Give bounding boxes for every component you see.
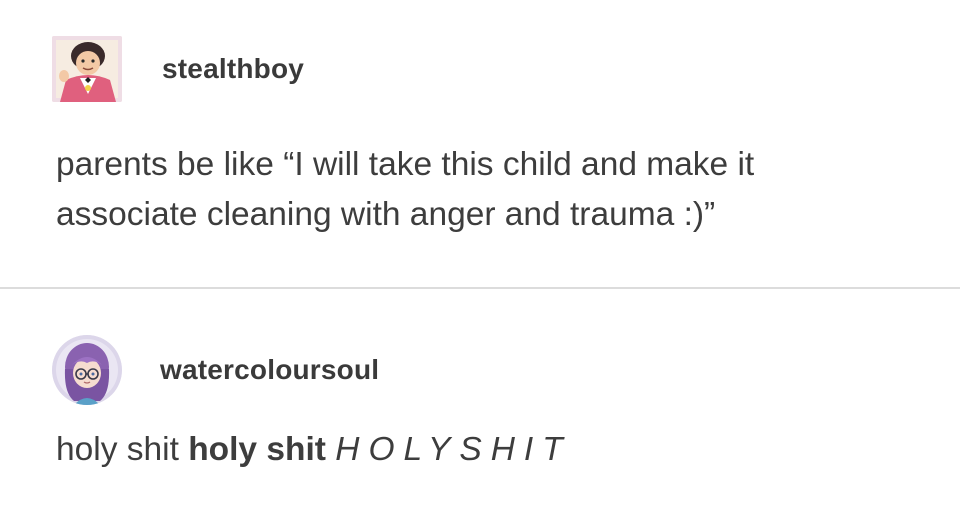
- reply-spaced-italic-text: HOLYSHIT: [335, 431, 572, 468]
- post-header: watercoloursoul: [52, 335, 379, 405]
- post-original: stealthboy parents be like “I will take …: [0, 0, 960, 288]
- reply-bold-text: holy shit: [188, 431, 326, 468]
- username[interactable]: watercoloursoul: [160, 354, 379, 386]
- pink-jacket-cartoon-avatar-icon: [52, 36, 122, 102]
- post-text-line: associate cleaning with anger and trauma…: [56, 196, 716, 233]
- purple-haired-anime-avatar-icon: [52, 335, 122, 405]
- reply-text: holy shit holy shit HOLYSHIT: [56, 425, 572, 475]
- post-reply: watercoloursoul holy shit holy shit HOLY…: [0, 291, 960, 509]
- stealthboy-avatar[interactable]: [52, 36, 122, 102]
- post-text: parents be like “I will take this child …: [56, 140, 754, 240]
- post-divider: [0, 287, 960, 289]
- username[interactable]: stealthboy: [162, 53, 304, 85]
- post-header: stealthboy: [52, 36, 304, 102]
- watercoloursoul-avatar[interactable]: [52, 335, 122, 405]
- post-text-line: parents be like “I will take this child …: [56, 146, 755, 183]
- reply-plain-text: holy shit: [56, 431, 189, 468]
